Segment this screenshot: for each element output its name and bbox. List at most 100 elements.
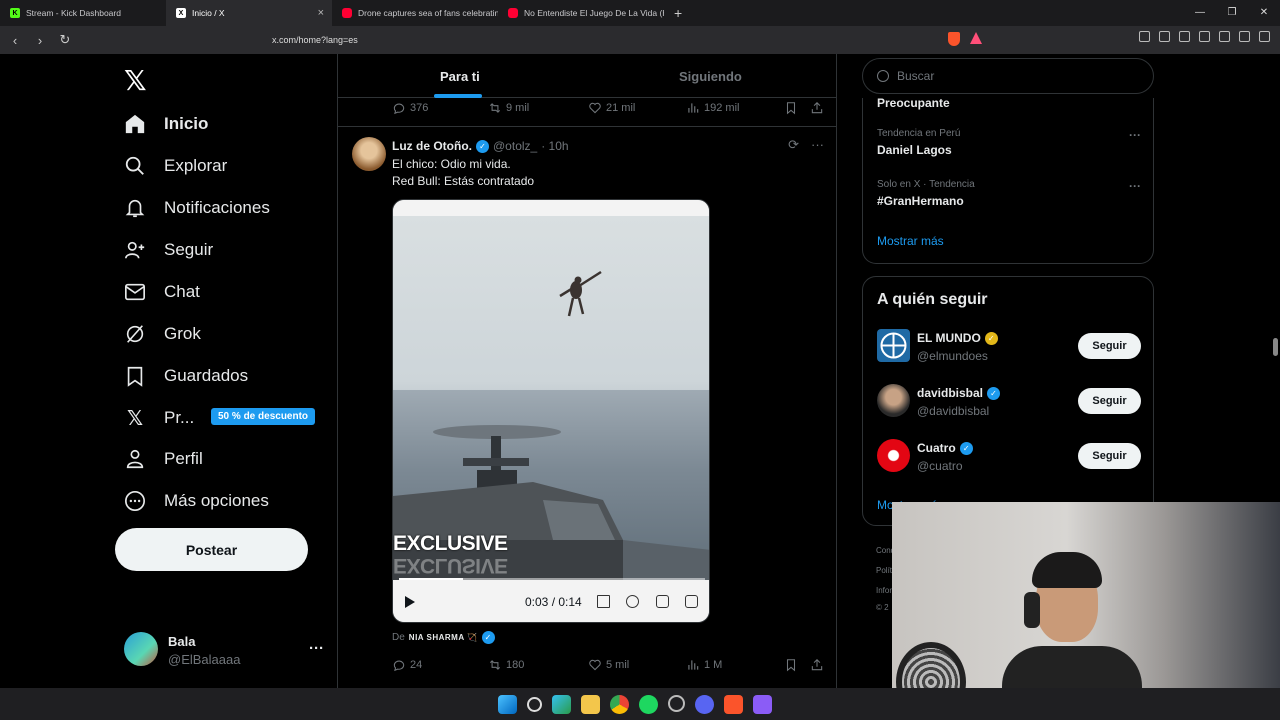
search-icon[interactable] bbox=[527, 697, 542, 712]
browser-tab-drone[interactable]: Drone captures sea of fans celebratin bbox=[332, 0, 498, 26]
back-icon[interactable]: ‹ bbox=[5, 33, 25, 48]
new-tab-button[interactable]: + bbox=[664, 5, 692, 21]
search-input[interactable]: Buscar bbox=[862, 58, 1154, 94]
footer-link[interactable]: Infor bbox=[876, 586, 892, 595]
trend-more-icon[interactable]: ··· bbox=[1129, 128, 1141, 142]
verified-badge-icon: ✓ bbox=[476, 139, 489, 153]
grok-explain-icon[interactable]: ⟳ bbox=[788, 137, 799, 153]
app-grid-icon[interactable] bbox=[753, 695, 772, 714]
repost-button[interactable]: 180 bbox=[488, 658, 524, 672]
nav-item-inicio[interactable]: Inicio bbox=[124, 104, 208, 144]
edge-icon[interactable] bbox=[552, 695, 571, 714]
nav-item-guardados[interactable]: Guardados bbox=[124, 356, 248, 396]
reply-button[interactable]: 24 bbox=[392, 658, 422, 672]
play-icon[interactable] bbox=[405, 596, 415, 608]
home-icon bbox=[124, 113, 146, 135]
nav-item-perfil[interactable]: Perfil bbox=[124, 439, 203, 479]
leo-icon[interactable] bbox=[1219, 31, 1230, 42]
bell-icon bbox=[124, 197, 146, 219]
video-source-name[interactable]: NIA SHARMA 🏹 bbox=[409, 633, 478, 642]
footer-link[interactable]: Polít bbox=[876, 566, 892, 575]
settings-icon[interactable] bbox=[626, 595, 639, 608]
share-button[interactable] bbox=[810, 658, 824, 672]
extension-icons bbox=[1139, 31, 1270, 42]
minimize-icon[interactable]: — bbox=[1184, 0, 1216, 26]
browser-tab-video[interactable]: No Entendiste El Juego De La Vida (H bbox=[498, 0, 664, 26]
scrollbar-thumb[interactable] bbox=[1273, 338, 1278, 356]
nav-item-explorar[interactable]: Explorar bbox=[124, 146, 227, 186]
brave-rewards-icon[interactable] bbox=[970, 32, 982, 44]
file-explorer-icon[interactable] bbox=[581, 695, 600, 714]
footer-copyright: © 2 bbox=[876, 603, 889, 612]
nav-item-seguir[interactable]: Seguir bbox=[124, 230, 213, 270]
video-source: De NIA SHARMA 🏹 ✓ bbox=[392, 631, 495, 644]
wallet-icon[interactable] bbox=[1159, 31, 1170, 42]
bookmark-button[interactable] bbox=[784, 658, 798, 672]
fullscreen-icon[interactable] bbox=[685, 595, 698, 608]
follow-suggestion[interactable]: Cuatro ✓ @cuatro Seguir bbox=[877, 439, 1141, 479]
tweet-time[interactable]: · 10h bbox=[541, 139, 568, 153]
forward-icon[interactable]: › bbox=[30, 33, 50, 48]
extensions-icon[interactable] bbox=[1139, 31, 1150, 42]
follow-button[interactable]: Seguir bbox=[1078, 443, 1141, 469]
nav-item-mas-opciones[interactable]: Más opciones bbox=[124, 481, 269, 521]
sidebar-icon[interactable] bbox=[1199, 31, 1210, 42]
tab-siguiendo[interactable]: Siguiendo bbox=[679, 69, 742, 84]
account-more-icon[interactable]: ··· bbox=[309, 640, 324, 657]
chrome-icon[interactable] bbox=[610, 695, 629, 714]
close-tab-icon[interactable]: × bbox=[318, 7, 324, 19]
account-switcher[interactable]: Bala @ElBalaaaa ··· bbox=[124, 632, 334, 672]
close-window-icon[interactable]: ✕ bbox=[1248, 0, 1280, 26]
brave-icon[interactable] bbox=[724, 695, 743, 714]
tweet-video[interactable]: EXCLUSIVE EXCLUSIVE 0:03 / 0:14 bbox=[392, 199, 710, 623]
discord-icon[interactable] bbox=[695, 695, 714, 714]
browser-tab-kick[interactable]: K Stream - Kick Dashboard bbox=[0, 0, 166, 26]
x-logo-icon[interactable]: 𝕏 bbox=[124, 64, 147, 97]
video-progress-bar[interactable] bbox=[399, 578, 705, 580]
repost-button[interactable]: 9 mil bbox=[488, 101, 529, 115]
post-button[interactable]: Postear bbox=[115, 528, 308, 571]
menu-icon[interactable] bbox=[1259, 31, 1270, 42]
restore-icon[interactable]: ❐ bbox=[1216, 0, 1248, 26]
pip-icon[interactable] bbox=[656, 595, 669, 608]
repost-icon bbox=[489, 103, 501, 113]
browser-tab-x[interactable]: X Inicio / X × bbox=[166, 0, 332, 26]
nav-item-notificaciones[interactable]: Notificaciones bbox=[124, 188, 270, 228]
music-icon[interactable] bbox=[1179, 31, 1190, 42]
views-button[interactable]: 192 mil bbox=[686, 101, 739, 115]
views-button[interactable]: 1 M bbox=[686, 658, 722, 672]
nav-item-chat[interactable]: Chat bbox=[124, 272, 200, 312]
obs-icon[interactable] bbox=[668, 695, 685, 712]
tab-para-ti[interactable]: Para ti bbox=[440, 69, 480, 84]
avatar[interactable] bbox=[352, 137, 386, 171]
follow-button[interactable]: Seguir bbox=[1078, 333, 1141, 359]
reload-icon[interactable]: ↻ bbox=[55, 32, 75, 48]
windows-start-icon[interactable] bbox=[498, 695, 517, 714]
follow-button[interactable]: Seguir bbox=[1078, 388, 1141, 414]
follow-suggestion[interactable]: EL MUNDO ✓ @elmundoes Seguir bbox=[877, 329, 1141, 369]
trend-item[interactable]: Solo en X · Tendencia #GranHermano ··· bbox=[877, 179, 1141, 208]
brave-shield-icon[interactable] bbox=[948, 32, 960, 46]
nav-item-premium[interactable]: 𝕏 Pr... bbox=[124, 398, 194, 438]
url-field[interactable]: x.com/home?lang=es bbox=[246, 29, 990, 51]
reply-button[interactable]: 376 bbox=[392, 101, 428, 115]
vpn-icon[interactable] bbox=[1239, 31, 1250, 42]
nav-item-grok[interactable]: Grok bbox=[124, 314, 201, 354]
show-more-trends-link[interactable]: Mostrar más bbox=[877, 234, 944, 248]
trend-more-icon[interactable]: ··· bbox=[1129, 179, 1141, 193]
like-button[interactable]: 5 mil bbox=[588, 658, 629, 672]
tweet[interactable]: Luz de Otoño. ✓ @otolz_ · 10h ⟳ ··· El c… bbox=[338, 126, 836, 686]
share-button[interactable] bbox=[810, 101, 824, 115]
volume-icon[interactable] bbox=[597, 595, 610, 608]
tweet-author-name[interactable]: Luz de Otoño. bbox=[392, 139, 472, 153]
spotify-icon[interactable] bbox=[639, 695, 658, 714]
trend-item[interactable]: Preocupante bbox=[877, 92, 1141, 110]
follow-suggestion[interactable]: davidbisbal ✓ @davidbisbal Seguir bbox=[877, 384, 1141, 424]
trend-item[interactable]: Tendencia en Perú Daniel Lagos ··· bbox=[877, 128, 1141, 157]
premium-discount-badge[interactable]: 50 % de descuento bbox=[211, 408, 316, 425]
tweet-author-handle[interactable]: @otolz_ bbox=[493, 139, 537, 153]
like-button[interactable]: 21 mil bbox=[588, 101, 635, 115]
tweet-more-icon[interactable]: ··· bbox=[811, 137, 824, 153]
search-icon bbox=[124, 155, 146, 177]
bookmark-button[interactable] bbox=[784, 101, 798, 115]
